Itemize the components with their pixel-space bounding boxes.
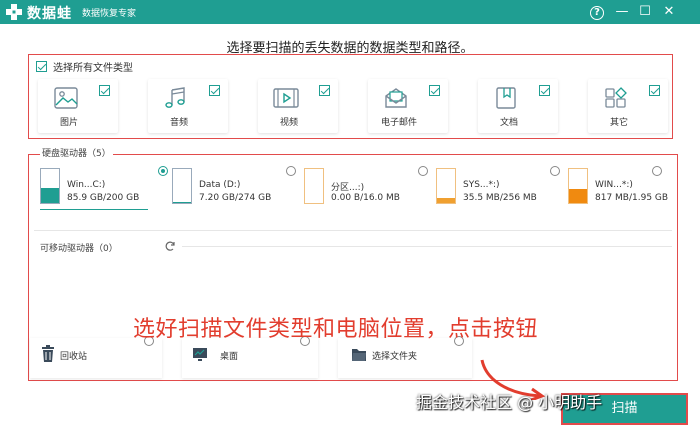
location-recycle-bin-label: 回收站 [60,352,88,362]
other-icon [605,87,627,108]
annotation-text: 选好扫描文件类型和电脑位置，点击按钮 [133,317,539,342]
watermark: 掘金技术社区 @ 小明助手 [416,393,603,412]
file-type-email[interactable]: 电子邮件 [368,79,448,133]
folder-icon [352,349,366,361]
video-icon [273,88,299,108]
drive-usage-fill [173,201,191,203]
drive-usage-fill [569,188,587,203]
drive-icon [172,168,192,204]
hard-drives-label: 硬盘驱动器（5） [40,146,113,159]
drive-size: 817 MB/1.95 GB [595,193,669,203]
divider [182,246,672,247]
location-choose-folder[interactable]: 选择文件夹 [338,336,472,378]
drive-name: 分区...:) [331,183,365,193]
location-desktop[interactable]: 桌面 [182,336,318,378]
file-type-other[interactable]: 其它 [588,79,668,133]
drive-radio[interactable] [418,166,428,176]
file-type-audio-checkbox[interactable] [209,85,220,96]
file-type-video[interactable]: 视频 [258,79,338,133]
app-subtitle: 数据恢复专家 [82,9,137,19]
drive-sys[interactable]: SYS...*:) 35.5 MB/256 MB [436,166,560,210]
drive-icon [40,168,60,204]
file-type-video-checkbox[interactable] [319,85,330,96]
divider [34,230,672,231]
drive-usage-fill [437,198,455,203]
maximize-button[interactable]: ☐ [635,2,655,22]
drive-icon [304,168,324,204]
close-icon: ✕ [663,4,675,19]
drive-name: Win...C:) [67,180,106,190]
drive-size: 7.20 GB/274 GB [199,193,272,203]
removable-drives-label: 可移动驱动器（0） [40,244,118,254]
minimize-icon: — [615,4,629,19]
select-all-label: 选择所有文件类型 [53,63,133,74]
drive-icon [568,168,588,204]
drive-partition[interactable]: 分区...:) 0.00 B/16.0 MB [304,166,428,210]
title-bar: 数据蛙 数据恢复专家 ? — ☐ ✕ [0,0,700,24]
file-type-audio[interactable]: 音频 [148,79,228,133]
file-type-document[interactable]: 文档 [478,79,558,133]
email-icon [385,88,407,108]
app-logo-icon [6,4,22,20]
select-all-check-icon[interactable] [36,61,47,72]
drive-radio[interactable] [286,166,296,176]
help-icon: ? [590,6,604,20]
drive-radio[interactable] [652,166,662,176]
drive-d[interactable]: Data (D:) 7.20 GB/274 GB [172,166,296,210]
location-recycle-bin[interactable]: 回收站 [30,336,162,378]
maximize-icon: ☐ [639,4,651,19]
app-name: 数据蛙 [27,6,72,22]
image-icon [54,87,78,109]
refresh-icon[interactable] [164,240,176,252]
desktop-icon [193,348,207,361]
location-choose-folder-label: 选择文件夹 [372,352,418,362]
close-button[interactable]: ✕ [659,2,679,22]
file-type-document-label: 文档 [499,118,518,128]
file-type-list: 图片 音频 视频 电子邮件 文档 其它 [38,79,670,133]
file-type-image-label: 图片 [59,118,78,128]
file-type-email-label: 电子邮件 [380,118,417,128]
music-icon [165,87,185,108]
select-all-checkbox[interactable]: 选择所有文件类型 [36,59,133,74]
file-type-video-label: 视频 [279,118,298,128]
drive-usage-fill [41,188,59,203]
drive-win[interactable]: WIN...*:) 817 MB/1.95 GB [568,166,670,210]
file-type-document-checkbox[interactable] [539,85,550,96]
file-type-other-label: 其它 [609,118,628,128]
document-icon [496,87,516,109]
recycle-bin-icon [42,345,54,362]
drive-size: 85.9 GB/200 GB [67,193,140,203]
drive-name: WIN...*:) [595,180,633,190]
file-type-other-checkbox[interactable] [649,85,660,96]
drive-c[interactable]: Win...C:) 85.9 GB/200 GB [40,166,168,210]
drive-size: 35.5 MB/256 MB [463,193,537,203]
file-type-image-checkbox[interactable] [99,85,110,96]
file-type-audio-label: 音频 [169,118,188,128]
minimize-button[interactable]: — [612,2,632,22]
drive-icon [436,168,456,204]
drive-radio[interactable] [550,166,560,176]
location-desktop-label: 桌面 [220,352,239,362]
drive-radio[interactable] [158,166,168,176]
help-button[interactable]: ? [587,2,607,22]
file-type-email-checkbox[interactable] [429,85,440,96]
drive-name: Data (D:) [199,180,241,190]
drive-size: 0.00 B/16.0 MB [331,193,400,203]
file-type-image[interactable]: 图片 [38,79,118,133]
drive-name: SYS...*:) [463,180,500,190]
